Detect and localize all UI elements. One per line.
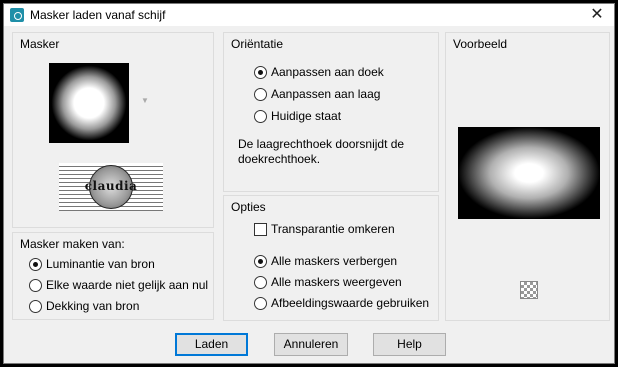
orientation-description: De laagrechthoek doorsnijdt de doekrecht… — [238, 137, 405, 166]
mask-source-label: Masker maken van: — [20, 237, 125, 251]
radio-luminance-dot[interactable] — [29, 257, 42, 271]
mask-source-group: Masker maken van: Luminantie van bron El… — [12, 232, 214, 320]
invert-transparency-checkbox[interactable]: Transparantie omkeren — [254, 220, 395, 238]
invert-transparency-box[interactable] — [254, 222, 267, 236]
dialog-window: Masker laden vanaf schijf ✕ Masker ▼ cla… — [3, 3, 615, 364]
load-button[interactable]: Laden — [175, 333, 248, 356]
radio-show-masks-dot[interactable] — [254, 275, 267, 289]
mask-group-label: Masker — [20, 37, 60, 51]
options-label: Opties — [231, 200, 266, 214]
mask-thumbnail[interactable] — [49, 63, 129, 143]
radio-current-state-dot[interactable] — [254, 109, 267, 123]
transparency-checker-icon[interactable] — [520, 281, 538, 299]
radio-opacity-label: Dekking van bron — [46, 299, 140, 313]
radio-fit-layer-dot[interactable] — [254, 87, 267, 101]
radio-image-value-dot[interactable] — [254, 296, 267, 310]
radio-show-masks-label: Alle maskers weergeven — [271, 275, 402, 289]
preview-image — [458, 127, 600, 219]
options-group: Opties Transparantie omkeren Alle masker… — [223, 195, 439, 321]
title-bar: Masker laden vanaf schijf ✕ — [4, 4, 614, 26]
cancel-button[interactable]: Annuleren — [274, 333, 348, 356]
radio-nonzero-label: Elke waarde niet gelijk aan nul — [46, 278, 209, 292]
radio-fit-layer-label: Aanpassen aan laag — [271, 87, 381, 101]
preview-label: Voorbeeld — [453, 37, 508, 51]
radio-current-state-label: Huidige staat — [271, 109, 342, 123]
app-icon — [10, 8, 24, 22]
radio-fit-canvas-label: Aanpassen aan doek — [271, 65, 384, 79]
close-icon[interactable]: ✕ — [582, 4, 612, 26]
radio-nonzero-dot[interactable] — [29, 278, 42, 292]
orientation-label: Oriëntatie — [231, 37, 284, 51]
mask-group: Masker ▼ claudia — [12, 32, 214, 228]
help-button[interactable]: Help — [373, 333, 446, 356]
radio-opacity[interactable]: Dekking van bron — [29, 297, 139, 315]
radio-nonzero[interactable]: Elke waarde niet gelijk aan nul — [29, 276, 208, 294]
window-title: Masker laden vanaf schijf — [30, 8, 166, 22]
mask-dropdown-arrow-icon[interactable]: ▼ — [141, 96, 149, 105]
radio-fit-canvas[interactable]: Aanpassen aan doek — [254, 63, 384, 81]
radio-image-value[interactable]: Afbeeldingswaarde gebruiken — [254, 294, 429, 312]
radio-hide-masks-dot[interactable] — [254, 254, 267, 268]
radio-luminance[interactable]: Luminantie van bron — [29, 255, 155, 273]
radio-image-value-label: Afbeeldingswaarde gebruiken — [271, 296, 430, 310]
radio-show-masks[interactable]: Alle maskers weergeven — [254, 273, 402, 291]
invert-transparency-label: Transparantie omkeren — [271, 222, 395, 236]
preview-group: Voorbeeld — [445, 32, 610, 321]
radio-fit-canvas-dot[interactable] — [254, 65, 267, 79]
radio-opacity-dot[interactable] — [29, 299, 42, 313]
radio-fit-layer[interactable]: Aanpassen aan laag — [254, 85, 380, 103]
orientation-group: Oriëntatie Aanpassen aan doek Aanpassen … — [223, 32, 439, 192]
watermark-logo: claudia — [59, 163, 163, 211]
radio-current-state[interactable]: Huidige staat — [254, 107, 341, 125]
logo-text: claudia — [84, 179, 138, 193]
radio-hide-masks[interactable]: Alle maskers verbergen — [254, 252, 397, 270]
radio-luminance-label: Luminantie van bron — [46, 257, 155, 271]
radio-hide-masks-label: Alle maskers verbergen — [271, 254, 398, 268]
